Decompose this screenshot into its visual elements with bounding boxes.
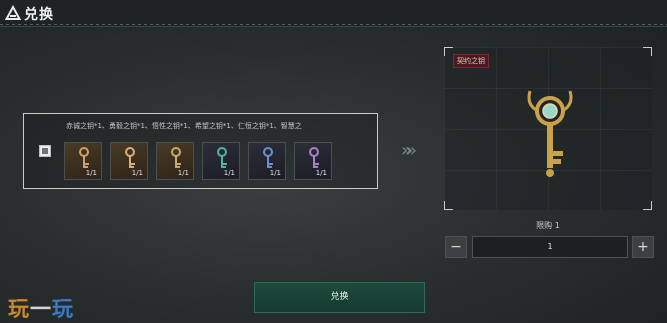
key-icon <box>79 147 89 168</box>
select-checkbox[interactable] <box>39 145 51 157</box>
item-slot-4[interactable]: 1/1 <box>202 142 240 180</box>
item-slot-6[interactable]: 1/1 <box>294 142 332 180</box>
increase-quantity-button[interactable]: + <box>632 236 654 258</box>
required-items-text: 赤诚之钥*1、勇毅之钥*1、悟性之钥*1、希望之钥*1、仁恒之钥*1、智慧之 <box>66 122 302 130</box>
key-icon <box>263 147 273 168</box>
item-count: 1/1 <box>269 169 281 177</box>
double-chevron-right-icon: »» <box>401 140 417 161</box>
reward-preview: 契约之钥 <box>444 47 652 210</box>
key-icon <box>217 147 227 168</box>
item-count: 1/1 <box>223 169 235 177</box>
contract-key-icon <box>527 90 573 177</box>
decrease-quantity-button[interactable]: − <box>445 236 467 258</box>
key-icon <box>125 147 135 168</box>
item-slot-1[interactable]: 1/1 <box>64 142 102 180</box>
title-bar: 兑换 <box>0 0 667 27</box>
reward-name-badge: 契约之钥 <box>453 54 489 68</box>
key-icon <box>309 147 319 168</box>
item-count: 1/1 <box>131 169 143 177</box>
page-title: 兑换 <box>24 7 54 23</box>
item-count: 1/1 <box>315 169 327 177</box>
item-count: 1/1 <box>85 169 97 177</box>
triangle-logo-icon <box>5 5 21 20</box>
exchange-button[interactable]: 兑换 <box>254 282 425 313</box>
frame-corner <box>444 47 453 56</box>
item-count: 1/1 <box>177 169 189 177</box>
watermark-logo: 玩一玩 <box>8 297 74 321</box>
quantity-input[interactable]: 1 <box>472 236 628 258</box>
item-slot-3[interactable]: 1/1 <box>156 142 194 180</box>
frame-corner <box>643 201 652 210</box>
purchase-limit-label: 限购 1 <box>536 221 560 230</box>
item-slot-5[interactable]: 1/1 <box>248 142 286 180</box>
frame-corner <box>444 201 453 210</box>
frame-corner <box>643 47 652 56</box>
key-icon <box>171 147 181 168</box>
exchange-item-panel[interactable]: 赤诚之钥*1、勇毅之钥*1、悟性之钥*1、希望之钥*1、仁恒之钥*1、智慧之 1… <box>23 113 378 189</box>
item-slot-2[interactable]: 1/1 <box>110 142 148 180</box>
header-divider <box>0 24 667 25</box>
